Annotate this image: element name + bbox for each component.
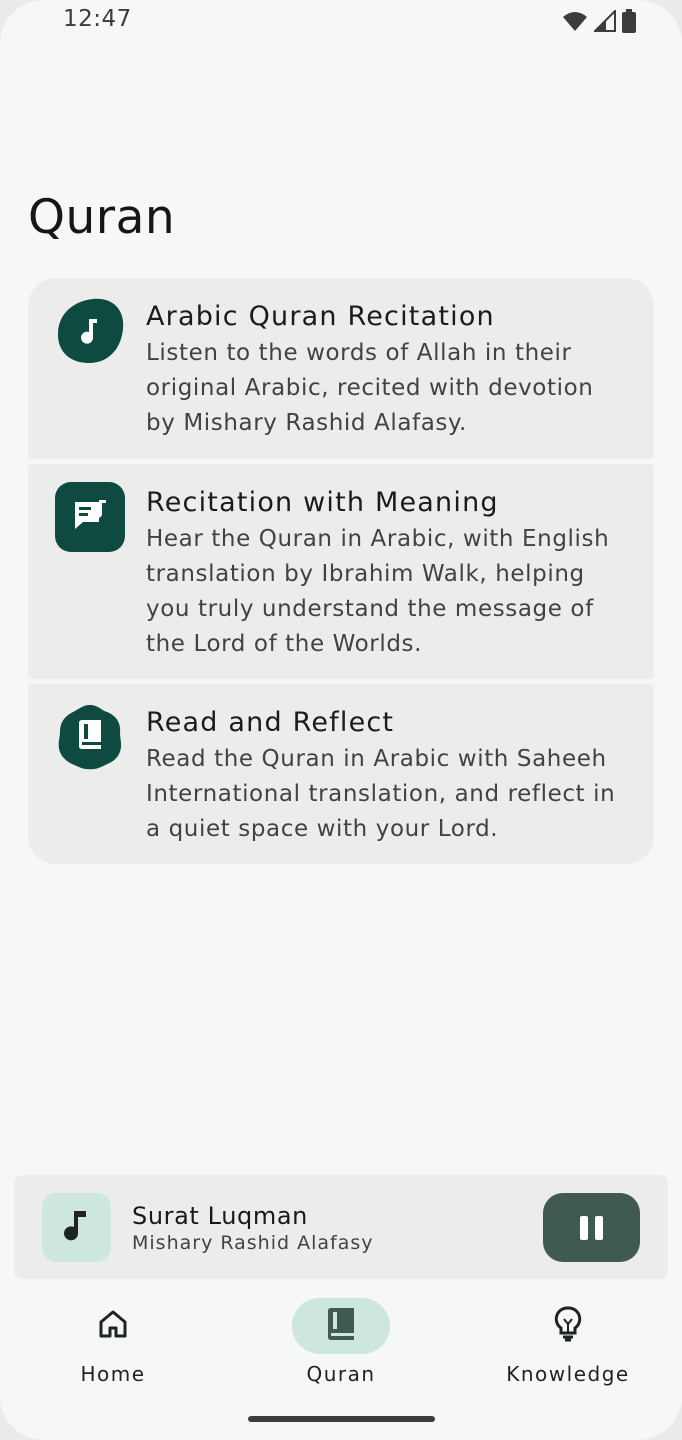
- status-icons: [562, 9, 636, 33]
- card-title: Arabic Quran Recitation: [146, 301, 495, 332]
- card-read-reflect[interactable]: Read and Reflect Read the Quran in Arabi…: [28, 684, 654, 864]
- card-title: Read and Reflect: [146, 707, 395, 738]
- nav-label: Knowledge: [506, 1362, 630, 1386]
- nav-item-home[interactable]: Home: [23, 1298, 203, 1386]
- status-time: 12:47: [63, 6, 132, 32]
- card-arabic-recitation[interactable]: Arabic Quran Recitation Listen to the wo…: [28, 278, 654, 459]
- nav-item-knowledge[interactable]: Knowledge: [478, 1298, 658, 1386]
- card-title: Recitation with Meaning: [146, 487, 499, 518]
- nav-item-quran[interactable]: Quran: [251, 1298, 431, 1386]
- card-description: Read the Quran in Arabic with Saheeh Int…: [146, 746, 616, 842]
- card-recitation-meaning[interactable]: Recitation with Meaning Hear the Quran i…: [28, 464, 654, 679]
- screen: 12:47 Quran Arabic Quran Recitation List…: [0, 0, 682, 1440]
- player-track-title: Surat Luqman: [132, 1202, 308, 1230]
- page-title: Quran: [28, 190, 176, 245]
- lyrics-icon: [55, 482, 125, 552]
- card-list: Arabic Quran Recitation Listen to the wo…: [28, 278, 654, 864]
- wifi-icon: [562, 10, 588, 32]
- player-artwork: [42, 1193, 111, 1262]
- signal-icon: [594, 10, 616, 32]
- bottom-nav: Home Quran Knowledge: [0, 1282, 682, 1412]
- music-note-icon: [55, 296, 125, 366]
- book-icon: [55, 702, 125, 772]
- music-note-icon: [63, 1209, 90, 1247]
- home-icon: [97, 1308, 129, 1344]
- pause-icon: [580, 1215, 588, 1240]
- battery-icon: [622, 9, 636, 33]
- card-description: Hear the Quran in Arabic, with English t…: [146, 526, 610, 657]
- player-artist: Mishary Rashid Alafasy: [132, 1232, 374, 1254]
- lightbulb-icon: [554, 1306, 582, 1346]
- card-description: Listen to the words of Allah in their or…: [146, 340, 594, 436]
- pause-button[interactable]: [543, 1193, 640, 1262]
- status-bar: 12:47: [0, 0, 682, 44]
- book-icon: [326, 1307, 356, 1345]
- nav-label: Home: [80, 1362, 146, 1386]
- gesture-bar[interactable]: [248, 1416, 435, 1422]
- mini-player[interactable]: Surat Luqman Mishary Rashid Alafasy: [14, 1175, 668, 1279]
- nav-label: Quran: [306, 1362, 376, 1386]
